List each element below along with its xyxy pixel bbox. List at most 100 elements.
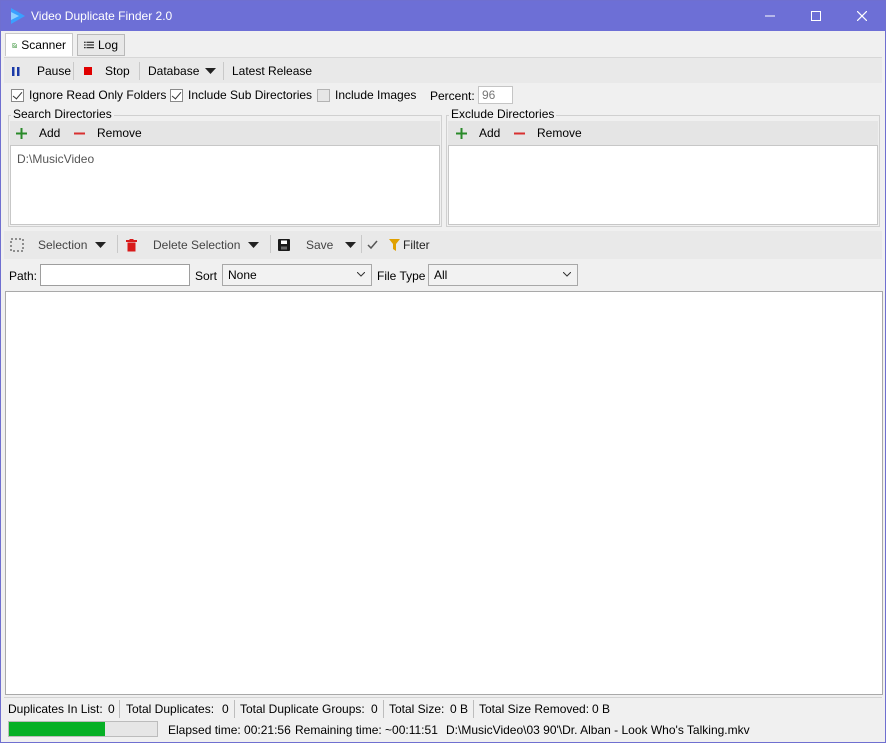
close-button[interactable] <box>839 1 885 31</box>
database-label: Database <box>148 64 200 78</box>
duplicates-in-list-label: Duplicates In List: <box>8 702 103 716</box>
total-groups-value: 0 <box>371 702 378 716</box>
latest-release-label: Latest Release <box>232 64 313 78</box>
exclude-remove-button[interactable]: Remove <box>514 121 582 145</box>
pause-label: Pause <box>37 64 72 78</box>
search-directories-list[interactable]: D:\MusicVideo <box>10 145 440 225</box>
ignore-read-only-checkbox[interactable]: Ignore Read Only Folders <box>11 88 166 102</box>
progress-fill <box>9 722 106 736</box>
minus-icon <box>74 132 85 134</box>
filter-icon <box>389 239 400 251</box>
save-dropdown[interactable]: Save <box>278 231 357 259</box>
delete-selection-label: Delete Selection <box>153 238 241 252</box>
stop-label: Stop <box>105 64 130 78</box>
selection-label: Selection <box>38 238 88 252</box>
search-remove-label: Remove <box>97 126 142 140</box>
chevron-down-icon <box>563 272 571 277</box>
sort-value: None <box>228 268 257 282</box>
scanner-icon <box>12 42 17 48</box>
app-window: Video Duplicate Finder 2.0 Scanner Log P… <box>0 0 886 743</box>
duplicates-list[interactable] <box>5 291 883 695</box>
tab-scanner[interactable]: Scanner <box>5 33 73 56</box>
pause-button[interactable]: Pause <box>11 58 71 84</box>
path-input[interactable] <box>40 264 190 286</box>
delete-selection-dropdown[interactable]: Delete Selection <box>126 231 260 259</box>
total-size-label: Total Size: <box>389 702 445 716</box>
status-divider <box>119 700 120 718</box>
toolbar-divider <box>270 235 271 253</box>
exclude-directories-list[interactable] <box>448 145 878 225</box>
toolbar-divider <box>73 62 74 80</box>
maximize-icon <box>811 11 821 21</box>
list-item[interactable]: D:\MusicVideo <box>17 152 94 166</box>
database-dropdown[interactable]: Database <box>148 58 217 84</box>
select-area-icon <box>10 238 24 252</box>
exclude-add-button[interactable]: Add <box>456 121 500 145</box>
save-label: Save <box>306 238 334 252</box>
include-images-label: Include Images <box>335 88 417 102</box>
status-divider <box>383 700 384 718</box>
scan-options: Ignore Read Only Folders Include Sub Dir… <box>4 85 882 107</box>
tab-scanner-label: Scanner <box>21 38 66 52</box>
percent-input[interactable]: 96 <box>478 86 513 104</box>
total-removed-value: 0 B <box>592 702 611 716</box>
floppy-disk-icon <box>278 239 290 251</box>
plus-icon <box>456 127 467 139</box>
total-groups-label: Total Duplicate Groups: <box>240 702 365 716</box>
pause-icon <box>12 66 20 76</box>
close-icon <box>857 11 867 21</box>
exclude-add-label: Add <box>479 126 501 140</box>
check-icon <box>367 240 378 250</box>
include-sub-dirs-checkbox[interactable]: Include Sub Directories <box>170 88 312 102</box>
file-type-label: File Type <box>377 269 426 283</box>
stop-button[interactable]: Stop <box>83 58 130 84</box>
include-images-checkbox[interactable]: Include Images <box>317 88 416 102</box>
selection-dropdown[interactable]: Selection <box>10 231 107 259</box>
checkbox-checked-icon <box>11 88 24 102</box>
search-remove-button[interactable]: Remove <box>74 121 142 145</box>
filter-button[interactable]: Filter <box>389 231 430 259</box>
window-title: Video Duplicate Finder 2.0 <box>31 9 173 23</box>
filter-label: Filter <box>403 238 430 252</box>
latest-release-button[interactable]: Latest Release <box>232 58 312 84</box>
percent-label: Percent: <box>430 89 475 103</box>
remaining-time: Remaining time: ~00:11:51 <box>295 723 438 737</box>
tab-log-label: Log <box>97 38 118 52</box>
status-divider <box>473 700 474 718</box>
exclude-directories-group: Exclude Directories Add Remove <box>444 107 880 227</box>
trash-icon <box>126 238 137 251</box>
scan-progress-bar <box>8 721 158 737</box>
app-logo-icon <box>11 8 25 24</box>
title-bar[interactable]: Video Duplicate Finder 2.0 <box>1 1 885 31</box>
search-add-button[interactable]: Add <box>16 121 60 145</box>
exclude-directories-title: Exclude Directories <box>449 107 557 121</box>
sort-select[interactable]: None <box>222 264 372 286</box>
search-add-label: Add <box>39 126 61 140</box>
toolbar-divider <box>361 235 362 253</box>
minimize-icon <box>765 15 775 17</box>
total-duplicates-label: Total Duplicates: <box>126 702 215 716</box>
filter-row: Path: Sort None File Type All <box>4 263 882 287</box>
stop-icon <box>84 67 92 75</box>
tab-log[interactable]: Log <box>77 34 125 56</box>
status-divider <box>234 700 235 718</box>
main-toolbar: Pause Stop Database Latest Release <box>4 57 882 83</box>
toolbar-divider <box>223 62 224 80</box>
apply-check-button[interactable] <box>367 231 378 259</box>
search-directories-group: Search Directories Add Remove D:\MusicVi… <box>6 107 442 227</box>
sort-label: Sort <box>195 269 218 283</box>
total-removed-label: Total Size Removed: <box>479 702 590 716</box>
file-type-select[interactable]: All <box>428 264 578 286</box>
chevron-down-icon <box>248 241 260 248</box>
minimize-button[interactable] <box>747 1 793 31</box>
elapsed-time: Elapsed time: 00:21:56 <box>168 723 291 737</box>
total-size-value: 0 B <box>450 702 469 716</box>
chevron-down-icon <box>357 272 365 277</box>
checkbox-checked-icon <box>170 88 183 102</box>
list-icon <box>84 41 94 49</box>
ignore-read-only-label: Ignore Read Only Folders <box>29 88 167 102</box>
plus-icon <box>16 127 27 139</box>
maximize-button[interactable] <box>793 1 839 31</box>
chevron-down-icon <box>95 241 107 248</box>
total-duplicates-value: 0 <box>222 702 229 716</box>
